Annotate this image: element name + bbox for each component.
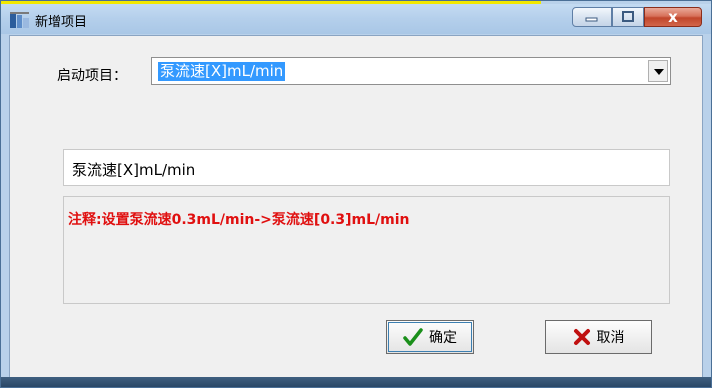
minimize-icon: [585, 17, 598, 22]
title-bar[interactable]: 新增项目 x: [1, 4, 711, 34]
item-text-field[interactable]: 泵流速[X]mL/min: [63, 149, 670, 186]
x-mark-icon: [573, 329, 590, 345]
ok-button-label: 确定: [429, 330, 457, 346]
item-text-value: 泵流速[X]mL/min: [72, 161, 196, 179]
dialog-window: 新增项目 x 启动项目： 泵流速[X]mL/min 泵流速[X]mL/min 注…: [0, 0, 712, 388]
close-icon: x: [668, 8, 678, 26]
note-text: 注释:设置泵流速0.3mL/min->泵流速[0.3]mL/min: [68, 212, 410, 228]
minimize-button[interactable]: [572, 7, 612, 27]
cancel-button-label: 取消: [596, 330, 625, 346]
chevron-down-icon[interactable]: [648, 60, 668, 82]
start-item-label: 启动项目：: [57, 68, 127, 84]
note-area: 注释:设置泵流速0.3mL/min->泵流速[0.3]mL/min: [63, 196, 670, 304]
maximize-button[interactable]: [612, 7, 644, 27]
checkmark-icon: [403, 328, 423, 346]
ok-button[interactable]: 确定: [386, 320, 474, 354]
combobox-selected-value: 泵流速[X]mL/min: [158, 62, 286, 81]
cancel-button[interactable]: 取消: [545, 320, 652, 354]
window-title: 新增项目: [35, 15, 88, 30]
close-button[interactable]: x: [644, 7, 702, 27]
window-bottom-border: [1, 377, 711, 387]
maximize-icon: [622, 11, 634, 22]
start-item-combobox[interactable]: 泵流速[X]mL/min: [151, 57, 671, 85]
app-icon: [10, 12, 29, 28]
